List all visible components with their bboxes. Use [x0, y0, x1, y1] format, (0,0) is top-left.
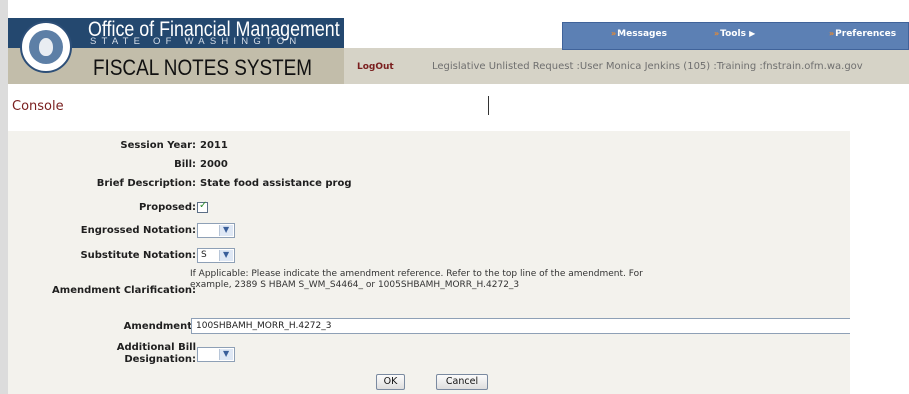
- menu-item-preferences[interactable]: »Preferences: [829, 29, 896, 39]
- amendment-help-text: If Applicable: Please indicate the amend…: [190, 269, 643, 290]
- additional-bill-label-line2: Designation:: [124, 354, 196, 365]
- divider: [488, 96, 489, 115]
- double-chevron-icon: »: [829, 29, 835, 38]
- amendment-label: Amendment:: [123, 321, 196, 332]
- chevron-down-icon: ▼: [223, 349, 230, 358]
- session-year-label: Session Year:: [120, 140, 196, 151]
- ok-button[interactable]: OK: [376, 374, 405, 390]
- seal-face-icon: [39, 38, 53, 56]
- form-panel: Session Year: 2011 Bill: 2000 Brief Desc…: [8, 131, 851, 394]
- system-title: FISCAL NOTES SYSTEM: [93, 55, 313, 80]
- proposed-label: Proposed:: [138, 202, 196, 213]
- chevron-down-icon: ▼: [223, 250, 230, 259]
- substitute-notation-label: Substitute Notation:: [80, 250, 196, 261]
- chevron-down-icon: ▼: [223, 225, 230, 234]
- office-subtitle: STATE OF WASHINGTON: [90, 36, 302, 47]
- session-year-value: 2011: [200, 140, 228, 151]
- engrossed-notation-label: Engrossed Notation:: [80, 225, 196, 236]
- menu-item-messages[interactable]: »Messages: [611, 29, 667, 39]
- state-seal-logo: [20, 21, 72, 73]
- additional-bill-label-line1: Additional Bill: [116, 342, 196, 353]
- menu-item-tools[interactable]: »Tools ▶: [714, 29, 755, 39]
- substitute-notation-select[interactable]: S ▼: [197, 248, 235, 263]
- amendment-clarification-label: Amendment Clarification:: [52, 285, 196, 296]
- double-chevron-icon: »: [714, 29, 720, 38]
- right-margin: [850, 131, 909, 394]
- submenu-arrow-icon: ▶: [749, 29, 756, 38]
- console-bar: Console: [8, 96, 508, 117]
- bill-value: 2000: [200, 159, 228, 170]
- bill-label: Bill:: [174, 159, 196, 170]
- engrossed-notation-select[interactable]: ▼: [197, 223, 235, 238]
- amendment-input[interactable]: 100SHBAMH_MORR_H.4272_3: [191, 318, 851, 334]
- proposed-checkbox[interactable]: ✓: [197, 200, 208, 213]
- page-title: Console: [12, 99, 64, 114]
- double-chevron-icon: »: [611, 29, 617, 38]
- top-menu-bar: »Messages »Tools ▶ »Preferences: [562, 22, 909, 50]
- checkmark-icon: ✓: [199, 200, 208, 211]
- brief-description-value: State food assistance prog: [200, 178, 352, 189]
- cancel-button[interactable]: Cancel: [436, 374, 488, 390]
- brief-description-label: Brief Description:: [96, 178, 196, 189]
- logout-link[interactable]: LogOut: [357, 62, 394, 72]
- additional-bill-designation-select[interactable]: ▼: [197, 347, 235, 362]
- seal-portrait: [29, 30, 63, 64]
- user-info: Legislative Unlisted Request :User Monic…: [432, 61, 863, 72]
